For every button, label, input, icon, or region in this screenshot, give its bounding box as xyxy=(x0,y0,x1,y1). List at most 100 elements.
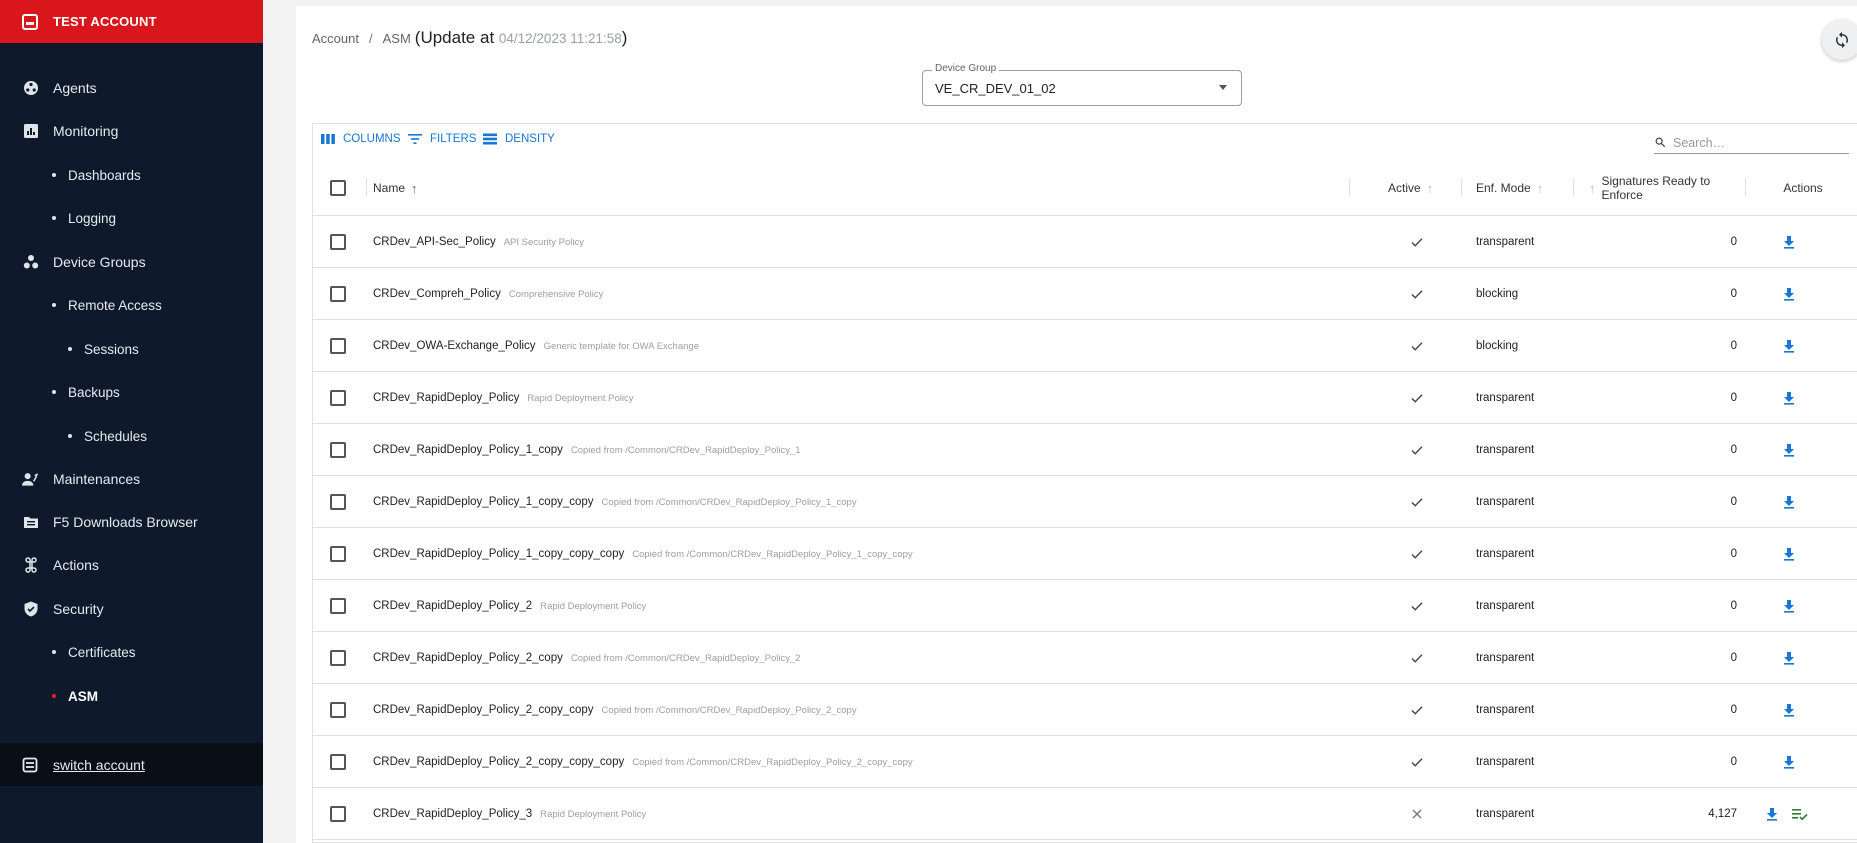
account-header[interactable]: TEST ACCOUNT xyxy=(0,0,263,43)
enf-mode-cell: transparent xyxy=(1476,632,1534,684)
table-row[interactable]: CRDev_RapidDeploy_Policy_1_copy_copy_cop… xyxy=(313,528,1857,580)
table-row[interactable]: CRDev_RapidDeploy_Policy_2 Rapid Deployme… xyxy=(313,580,1857,632)
signatures-cell: 0 xyxy=(1589,424,1737,476)
sidebar-item-asm[interactable]: ASM xyxy=(0,681,263,711)
download-button[interactable] xyxy=(1765,788,1779,840)
sidebar-item-monitoring[interactable]: Monitoring xyxy=(0,116,263,146)
row-checkbox[interactable] xyxy=(330,806,346,822)
table-row[interactable]: CRDev_RapidDeploy_Policy_3 Rapid Deployme… xyxy=(313,788,1857,840)
row-checkbox[interactable] xyxy=(330,754,346,770)
density-button[interactable]: DENSITY xyxy=(483,133,555,145)
download-button[interactable] xyxy=(1782,684,1796,736)
policy-name: CRDev_API-Sec_Policy xyxy=(373,236,496,248)
sidebar-item-maintenances[interactable]: Maintenances xyxy=(0,464,263,494)
filters-button[interactable]: FILTERS xyxy=(408,133,476,145)
device-group-select[interactable]: Device Group VE_CR_DEV_01_02 xyxy=(922,63,1242,106)
row-checkbox[interactable] xyxy=(330,494,346,510)
switch-account-button[interactable]: switch account xyxy=(0,743,263,786)
table-row[interactable]: CRDev_OWA-Exchange_Policy Generic templat… xyxy=(313,320,1857,372)
check-icon xyxy=(1410,703,1424,717)
policy-name: CRDev_Compreh_Policy xyxy=(373,288,501,300)
header-signatures[interactable]: ↑ Signatures Ready to Enforce xyxy=(1589,160,1737,216)
column-separator[interactable] xyxy=(1349,178,1350,196)
download-button[interactable] xyxy=(1782,528,1796,580)
download-icon xyxy=(1782,443,1796,457)
download-icon xyxy=(1765,807,1779,821)
device-group-value: VE_CR_DEV_01_02 xyxy=(935,81,1056,96)
table-row[interactable]: CRDev_RapidDeploy_Policy_1_copy_copy Copi… xyxy=(313,476,1857,528)
sidebar-item-device-groups[interactable]: Device Groups xyxy=(0,247,263,277)
signatures-value: 0 xyxy=(1730,392,1737,404)
enforce-signatures-button[interactable] xyxy=(1792,788,1808,840)
sidebar-item-schedules[interactable]: Schedules xyxy=(0,421,263,451)
download-button[interactable] xyxy=(1782,216,1796,268)
row-checkbox[interactable] xyxy=(330,442,346,458)
sidebar-item-remote-access[interactable]: Remote Access xyxy=(0,290,263,320)
download-button[interactable] xyxy=(1782,372,1796,424)
sidebar-item-f5-downloads-browser[interactable]: F5 Downloads Browser xyxy=(0,507,263,537)
table-row[interactable]: CRDev_API-Sec_Policy API Security Policy t… xyxy=(313,216,1857,268)
header-actions: Actions xyxy=(1753,160,1853,216)
search-input[interactable] xyxy=(1673,135,1833,150)
row-checkbox[interactable] xyxy=(330,286,346,302)
breadcrumb-account[interactable]: Account xyxy=(312,31,359,46)
sidebar-item-backups[interactable]: Backups xyxy=(0,377,263,407)
sidebar-item-sessions[interactable]: Sessions xyxy=(0,334,263,364)
policy-name-cell: CRDev_RapidDeploy_Policy_2_copy Copied fr… xyxy=(373,632,801,684)
download-button[interactable] xyxy=(1782,320,1796,372)
policy-name-cell: CRDev_RapidDeploy_Policy Rapid Deployment… xyxy=(373,372,634,424)
row-checkbox[interactable] xyxy=(330,650,346,666)
table-row[interactable]: CRDev_RapidDeploy_Policy_2_copy_copy_cop… xyxy=(313,736,1857,788)
signatures-value: 0 xyxy=(1730,600,1737,612)
header-enf-mode[interactable]: Enf. Mode ↑ xyxy=(1476,160,1543,216)
column-separator[interactable] xyxy=(1745,178,1746,196)
download-button[interactable] xyxy=(1782,736,1796,788)
refresh-button[interactable] xyxy=(1822,20,1857,60)
row-checkbox[interactable] xyxy=(330,338,346,354)
table-row[interactable]: CRDev_Compreh_Policy Comprehensive Policy… xyxy=(313,268,1857,320)
check-icon xyxy=(1410,599,1424,613)
refresh-icon xyxy=(1836,31,1848,49)
header-active[interactable]: Active ↑ xyxy=(1388,160,1433,216)
column-separator[interactable] xyxy=(1461,178,1462,196)
row-checkbox[interactable] xyxy=(330,234,346,250)
sidebar-item-dashboards[interactable]: Dashboards xyxy=(0,160,263,190)
search-icon xyxy=(1655,137,1666,148)
download-button[interactable] xyxy=(1782,632,1796,684)
enf-mode-cell: transparent xyxy=(1476,788,1534,840)
switch-account-label: switch account xyxy=(53,756,145,773)
table-row[interactable]: CRDev_RapidDeploy_Policy_2_copy Copied fr… xyxy=(313,632,1857,684)
header-name[interactable]: Name ↑ xyxy=(373,160,418,216)
sidebar-item-certificates[interactable]: Certificates xyxy=(0,637,263,667)
sidebar-item-agents[interactable]: Agents xyxy=(0,73,263,103)
search-field[interactable] xyxy=(1654,132,1849,154)
select-all-checkbox[interactable] xyxy=(330,180,346,196)
table-row[interactable]: CRDev_RapidDeploy_Policy_1_copy Copied fr… xyxy=(313,424,1857,476)
columns-button[interactable]: COLUMNS xyxy=(321,133,401,145)
sidebar-item-actions[interactable]: Actions xyxy=(0,550,263,580)
download-icon xyxy=(1782,235,1796,249)
check-icon xyxy=(1410,339,1424,353)
column-separator[interactable] xyxy=(366,178,367,196)
sidebar-item-label: Device Groups xyxy=(53,254,146,270)
download-button[interactable] xyxy=(1782,424,1796,476)
row-checkbox[interactable] xyxy=(330,546,346,562)
table-header: Name ↑ Active ↑ Enf. Mode ↑ ↑ Signatures… xyxy=(313,160,1857,216)
table-row[interactable]: CRDev_RapidDeploy_Policy Rapid Deployment… xyxy=(313,372,1857,424)
download-button[interactable] xyxy=(1782,476,1796,528)
row-checkbox[interactable] xyxy=(330,390,346,406)
sidebar-item-security[interactable]: Security xyxy=(0,594,263,624)
download-icon xyxy=(1782,599,1796,613)
row-checkbox[interactable] xyxy=(330,702,346,718)
enf-mode-value: transparent xyxy=(1476,704,1535,716)
active-cell xyxy=(1399,580,1435,632)
column-separator[interactable] xyxy=(1573,178,1574,196)
sidebar-item-logging[interactable]: Logging xyxy=(0,203,263,233)
policy-description: Rapid Deployment Policy xyxy=(527,392,634,404)
check-icon xyxy=(1410,443,1424,457)
table-row[interactable]: CRDev_RapidDeploy_Policy_2_copy_copy Copi… xyxy=(313,684,1857,736)
download-button[interactable] xyxy=(1782,580,1796,632)
row-checkbox[interactable] xyxy=(330,598,346,614)
policy-name: CRDev_RapidDeploy_Policy_2_copy xyxy=(373,652,563,664)
download-button[interactable] xyxy=(1782,268,1796,320)
